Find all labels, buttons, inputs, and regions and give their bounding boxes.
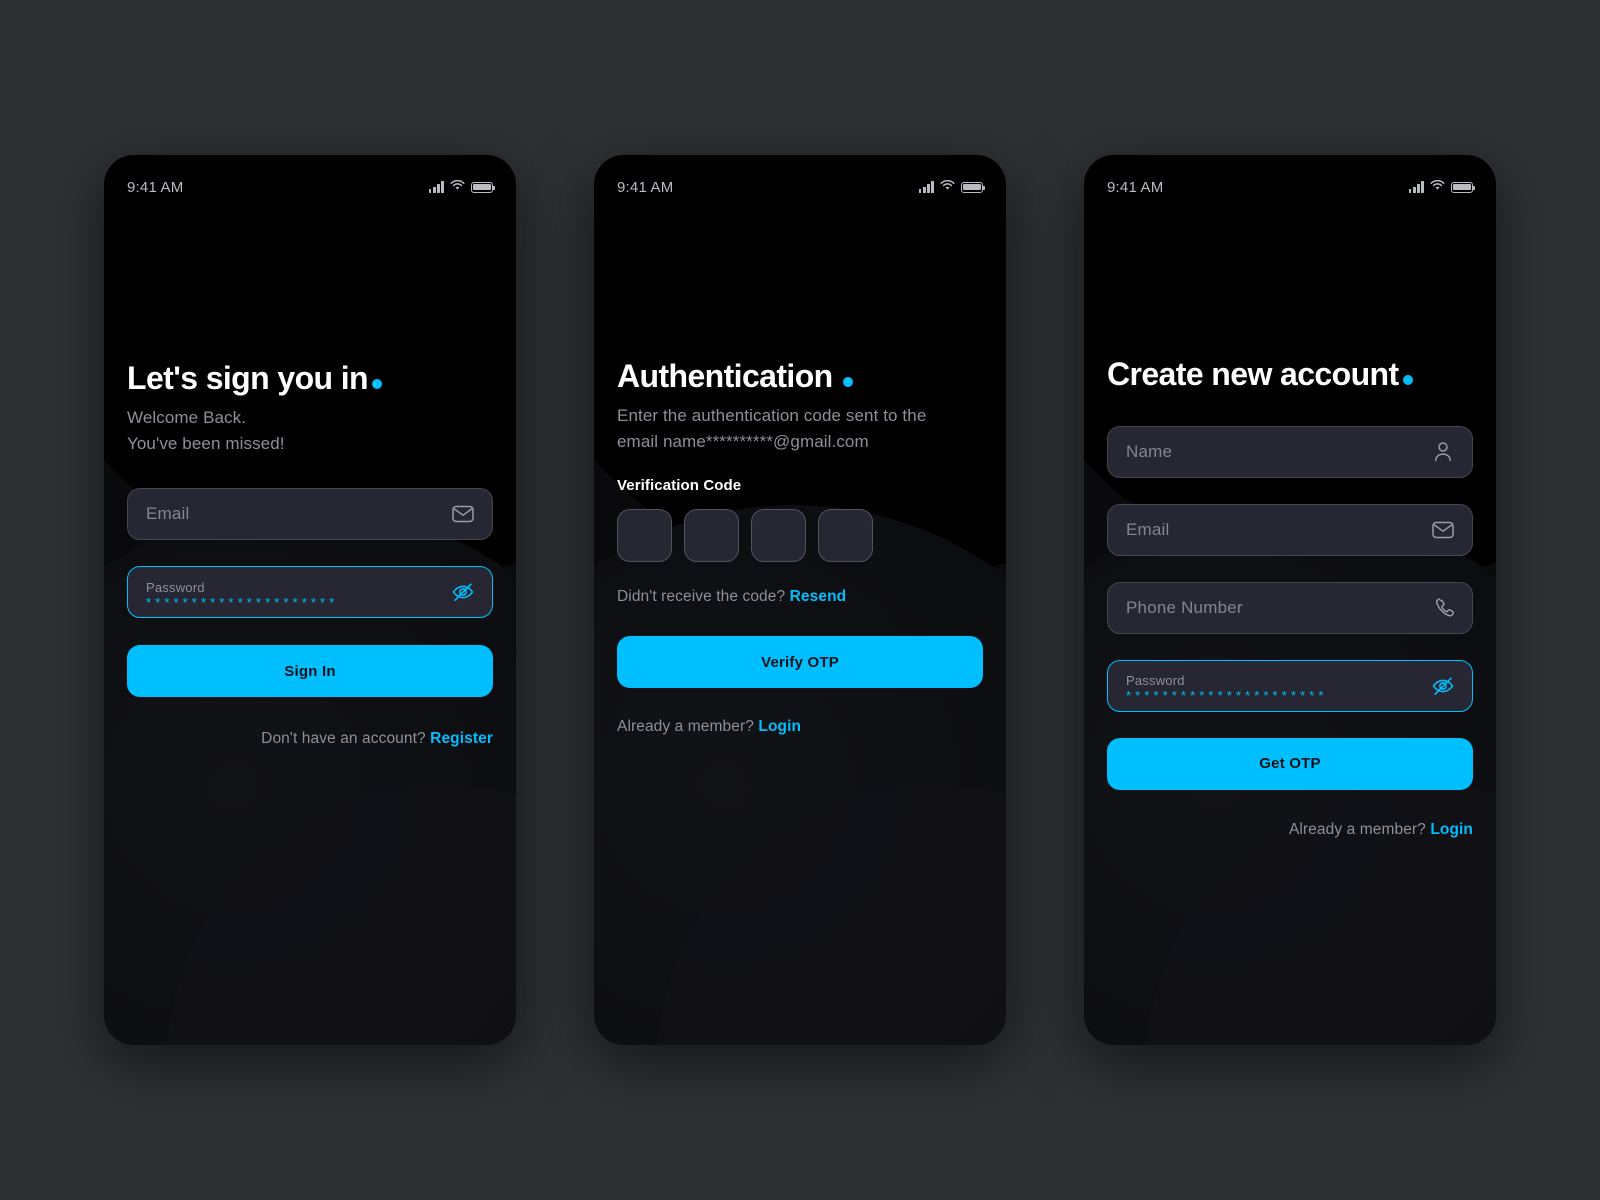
status-icons [918,178,986,196]
battery-icon [1451,181,1476,193]
name-placeholder: Name [1126,441,1173,461]
status-bar: 9:41 AM [617,155,986,205]
status-time: 9:41 AM [617,178,674,196]
email-placeholder: Email [1126,519,1170,539]
name-field[interactable]: Name [1107,425,1473,478]
subtitle-line-1: Welcome Back. [127,407,247,427]
status-time: 9:41 AM [127,178,184,196]
password-value: ********************* [146,594,339,610]
verification-code-label: Verification Code [617,477,742,495]
password-label: Password [146,579,205,595]
resend-link[interactable]: Resend [790,588,847,605]
signal-bars-icon [918,181,934,193]
sign-in-button[interactable]: Sign In [127,645,493,698]
register-footnote: Don't have an account? Register [127,730,493,748]
otp-input-row [617,509,983,563]
page-subtitle: Welcome Back. You've been missed! [127,405,493,458]
eye-off-icon[interactable] [451,580,475,604]
accent-dot-icon [842,377,853,387]
page-title-text: Let's sign you in [127,360,369,396]
page-title-text: Authentication [617,358,833,394]
register-footnote-text: Don't have an account? [261,730,431,748]
email-field[interactable]: Email [1107,503,1473,556]
login-footnote: Already a member? Login [617,718,983,736]
screens-stage: 9:41 AM Let's sign you in Welcome Back. [0,0,1600,1200]
password-field[interactable]: Password ********************** [1107,659,1473,712]
get-otp-button[interactable]: Get OTP [1107,737,1473,790]
password-field[interactable]: Password ********************* [127,566,493,619]
person-icon [1431,440,1455,464]
eye-off-icon[interactable] [1431,674,1455,698]
status-bar: 9:41 AM [1107,155,1476,205]
phone-screen-sign-in: 9:41 AM Let's sign you in Welcome Back. [104,155,516,1045]
status-icons [428,178,496,196]
login-link[interactable]: Login [1430,821,1473,838]
phone-number-placeholder: Phone Number [1126,597,1243,617]
status-bar: 9:41 AM [127,155,496,205]
wifi-icon [1430,178,1445,196]
password-label: Password [1126,673,1185,689]
subtitle-line-1: Enter the authentication code sent to th… [617,405,927,425]
login-footnote: Already a member? Login [1107,821,1473,839]
email-placeholder: Email [146,504,190,524]
signal-bars-icon [428,181,444,193]
phone-number-field[interactable]: Phone Number [1107,581,1473,634]
wifi-icon [450,178,465,196]
otp-digit-2[interactable] [684,509,739,563]
battery-icon [471,181,496,193]
accent-dot-icon [1402,375,1413,385]
subtitle-line-2: You've been missed! [127,433,285,453]
wifi-icon [940,178,955,196]
accent-dot-icon [372,379,382,389]
status-icons [1408,178,1476,196]
password-value: ********************** [1126,688,1328,704]
subtitle-line-2: email name**********@gmail.com [617,431,869,451]
login-link[interactable]: Login [758,718,801,735]
page-title-text: Create new account [1107,356,1399,392]
register-link[interactable]: Register [430,730,493,747]
resend-footnote-text: Didn't receive the code? [617,588,790,606]
otp-digit-1[interactable] [617,509,672,563]
phone-icon [1431,596,1455,620]
signal-bars-icon [1408,181,1424,193]
login-footnote-text: Already a member? [1288,820,1431,838]
envelope-icon [451,502,475,526]
otp-digit-3[interactable] [751,509,806,563]
page-title: Let's sign you in [127,360,493,396]
battery-icon [961,181,986,193]
envelope-icon [1431,518,1455,542]
page-title: Create new account [1107,356,1473,392]
resend-footnote: Didn't receive the code? Resend [617,588,983,606]
page-subtitle: Enter the authentication code sent to th… [617,403,983,456]
email-field[interactable]: Email [127,488,493,541]
verify-otp-button[interactable]: Verify OTP [617,636,983,689]
phone-screen-create-account: 9:41 AM Create new account Name Email Ph… [1084,155,1496,1045]
otp-digit-4[interactable] [818,509,873,563]
status-time: 9:41 AM [1107,178,1164,196]
login-footnote-text: Already a member? [617,718,759,736]
phone-screen-authentication: 9:41 AM Authentication Enter the authent… [594,155,1006,1045]
page-title: Authentication [617,358,983,394]
